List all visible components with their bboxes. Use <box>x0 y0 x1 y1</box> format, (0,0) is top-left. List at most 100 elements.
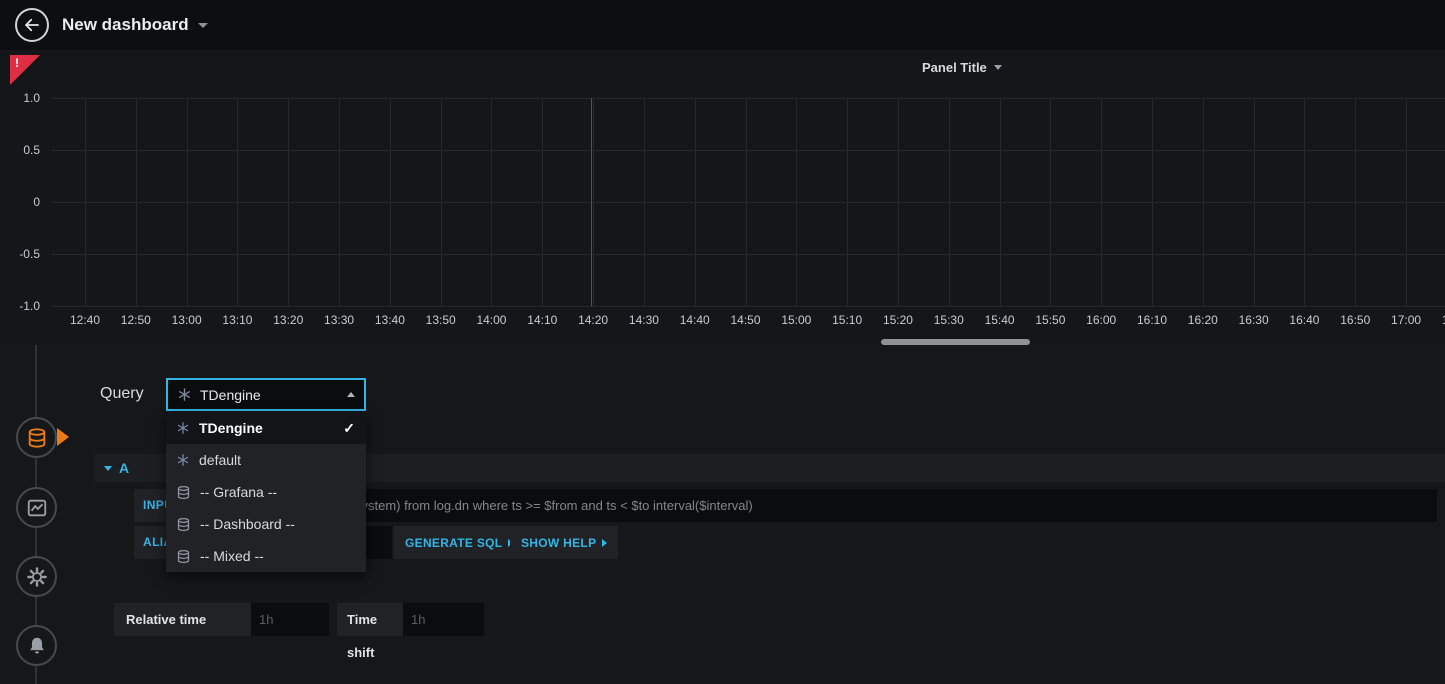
gridline-vertical <box>136 98 137 306</box>
x-tick-label: 15:40 <box>975 313 1025 327</box>
collapse-chevron-icon <box>104 466 112 471</box>
x-tick-label: 15:20 <box>873 313 923 327</box>
gridline-vertical <box>1000 98 1001 306</box>
tab-alert[interactable] <box>16 625 57 666</box>
gridline-vertical <box>288 98 289 306</box>
x-tick-label: 15:10 <box>822 313 872 327</box>
menu-item-tdengine[interactable]: TDengine ✓ <box>166 412 366 444</box>
gridline-vertical <box>491 98 492 306</box>
active-tab-arrow-icon <box>57 428 69 446</box>
x-tick-label: 13:50 <box>416 313 466 327</box>
panel-error-indicator[interactable]: ! <box>10 55 40 85</box>
gridline-vertical <box>85 98 86 306</box>
generate-sql-button[interactable]: GENERATE SQL <box>394 526 524 559</box>
tab-general[interactable] <box>16 556 57 597</box>
gridline-vertical <box>644 98 645 306</box>
query-section-label: Query <box>100 385 144 403</box>
y-tick-label: 1.0 <box>0 90 40 106</box>
gridline-horizontal <box>52 98 1445 99</box>
x-tick-label: 17:10 <box>1432 313 1445 327</box>
menu-item-dashboard[interactable]: -- Dashboard -- <box>166 508 366 540</box>
gridline-vertical <box>949 98 950 306</box>
tab-queries[interactable] <box>16 417 57 458</box>
x-tick-label: 14:40 <box>670 313 720 327</box>
x-tick-label: 16:00 <box>1076 313 1126 327</box>
sql-input[interactable]: select avg(mem_system) from log.dn where… <box>250 489 1437 522</box>
x-tick-label: 14:10 <box>517 313 567 327</box>
gridline-vertical <box>593 98 594 306</box>
panel-header[interactable]: Panel Title <box>922 60 1002 75</box>
error-icon: ! <box>15 56 19 70</box>
chart-plot-area[interactable] <box>0 98 1445 306</box>
taos-icon <box>177 387 192 402</box>
time-shift-input[interactable] <box>403 603 484 636</box>
query-ref-id: A <box>119 460 129 476</box>
time-shift-label: Time shift <box>337 603 403 636</box>
gridline-vertical <box>1406 98 1407 306</box>
datasource-menu: TDengine ✓ default -- Grafana -- <box>166 412 366 572</box>
gridline-vertical <box>1304 98 1305 306</box>
x-tick-label: 14:50 <box>721 313 771 327</box>
time-annotation-line <box>591 98 592 306</box>
graph-panel: ! Panel Title 1.00.50-0.5-1.012:4012:501… <box>0 50 1445 345</box>
database-icon <box>176 485 191 500</box>
x-tick-label: 15:50 <box>1025 313 1075 327</box>
x-tick-label: 13:30 <box>314 313 364 327</box>
gridline-vertical <box>898 98 899 306</box>
check-icon: ✓ <box>343 420 355 437</box>
x-tick-label: 16:50 <box>1330 313 1380 327</box>
tab-visualization[interactable] <box>16 487 57 528</box>
x-tick-label: 14:30 <box>619 313 669 327</box>
x-tick-label: 16:30 <box>1229 313 1279 327</box>
x-tick-label: 16:20 <box>1178 313 1228 327</box>
x-tick-label: 16:40 <box>1279 313 1329 327</box>
panel-title: Panel Title <box>922 60 987 75</box>
chart-icon <box>26 497 48 519</box>
gridline-vertical <box>1152 98 1153 306</box>
database-icon <box>176 549 191 564</box>
caret-up-icon <box>347 392 355 397</box>
datasource-select[interactable]: TDengine <box>166 378 366 411</box>
gridline-vertical <box>390 98 391 306</box>
show-help-button[interactable]: SHOW HELP <box>510 526 618 559</box>
gridline-vertical <box>339 98 340 306</box>
gridline-vertical <box>237 98 238 306</box>
gridline-vertical <box>1101 98 1102 306</box>
menu-item-default[interactable]: default <box>166 444 366 476</box>
gridline-vertical <box>1203 98 1204 306</box>
database-icon <box>176 517 191 532</box>
taos-icon <box>176 421 190 435</box>
chevron-down-icon <box>994 65 1002 70</box>
x-tick-label: 14:20 <box>568 313 618 327</box>
chevron-down-icon <box>198 23 208 28</box>
gridline-vertical <box>1050 98 1051 306</box>
menu-item-mixed[interactable]: -- Mixed -- <box>166 540 366 572</box>
gridline-vertical <box>695 98 696 306</box>
database-icon <box>26 427 48 449</box>
x-tick-label: 12:40 <box>60 313 110 327</box>
dashboard-title-text: New dashboard <box>62 15 189 35</box>
gridline-vertical <box>1355 98 1356 306</box>
gridline-horizontal <box>52 150 1445 151</box>
x-tick-label: 13:40 <box>365 313 415 327</box>
relative-time-input[interactable] <box>251 603 329 636</box>
y-tick-label: -1.0 <box>0 298 40 314</box>
panel-editor: Query A INPUT SQL select avg(mem_system)… <box>0 345 1445 684</box>
gridline-vertical <box>1254 98 1255 306</box>
y-tick-label: -0.5 <box>0 246 40 262</box>
x-tick-label: 14:00 <box>466 313 516 327</box>
relative-time-label: Relative time <box>114 603 251 636</box>
bell-icon <box>26 635 48 657</box>
y-tick-label: 0.5 <box>0 142 40 158</box>
menu-item-grafana[interactable]: -- Grafana -- <box>166 476 366 508</box>
taos-icon <box>176 453 190 467</box>
gridline-horizontal <box>52 202 1445 203</box>
x-tick-label: 15:30 <box>924 313 974 327</box>
dashboard-title[interactable]: New dashboard <box>62 0 208 50</box>
back-button[interactable] <box>15 8 49 42</box>
gridline-vertical <box>542 98 543 306</box>
arrow-left-icon <box>23 16 41 34</box>
gridline-vertical <box>187 98 188 306</box>
datasource-select-value: TDengine <box>200 387 339 403</box>
gridline-vertical <box>441 98 442 306</box>
